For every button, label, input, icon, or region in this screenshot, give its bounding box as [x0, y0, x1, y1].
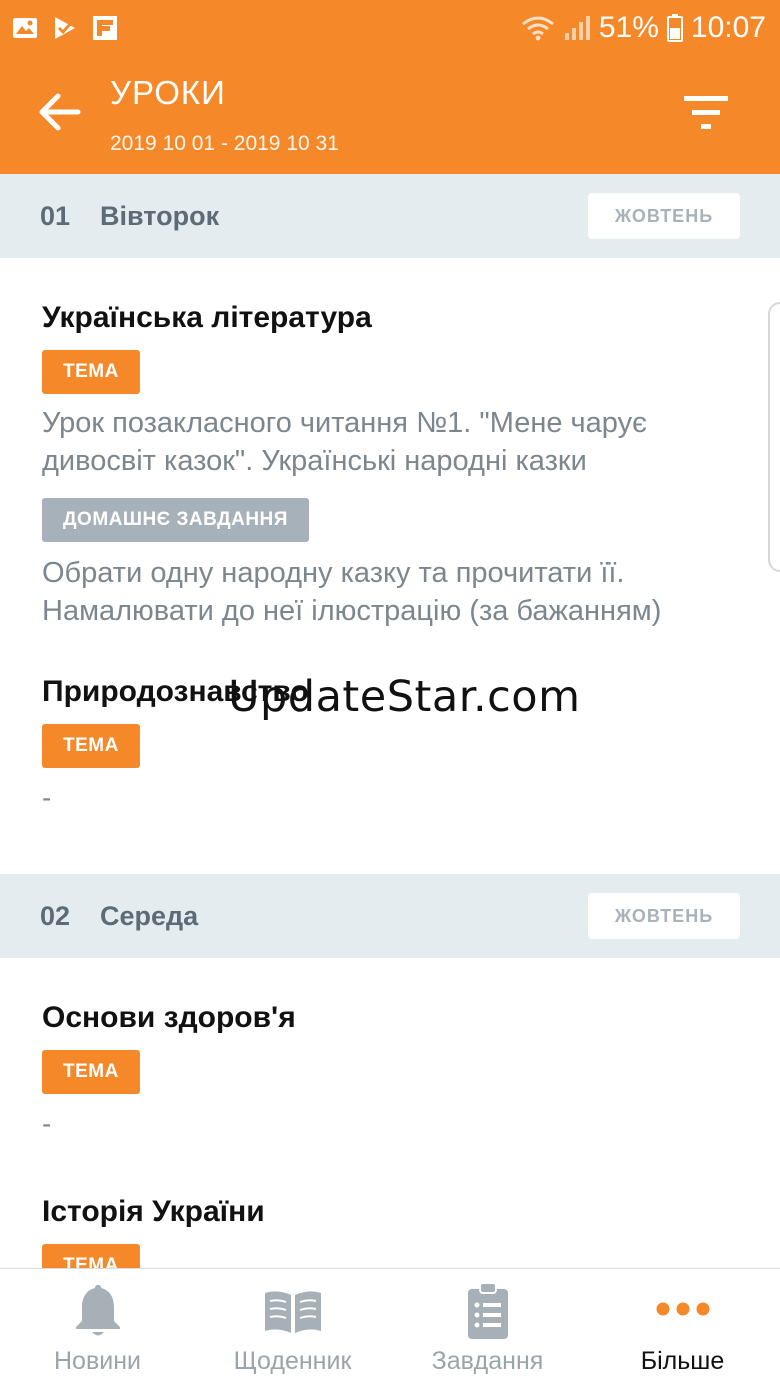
- lesson-topic: -: [42, 1108, 52, 1139]
- lesson-topic: -: [42, 782, 52, 813]
- more-dots-icon: [656, 1302, 709, 1316]
- homework-tag: ДОМАШНЄ ЗАВДАННЯ: [42, 498, 309, 542]
- day-name: Вівторок: [100, 200, 220, 231]
- clock: 10:07: [690, 11, 766, 44]
- filter-icon[interactable]: [682, 92, 730, 134]
- bell-icon: [75, 1285, 120, 1336]
- bottom-nav: Новини Щоденник Завдання Більше: [0, 1268, 780, 1386]
- battery-percent: 51%: [598, 11, 659, 44]
- lesson-card[interactable]: Історія України ТЕМА: [0, 1188, 780, 1268]
- flipboard-icon: [93, 16, 117, 40]
- nav-item-news[interactable]: Новини: [0, 1269, 195, 1386]
- clipboard-icon: [467, 1282, 508, 1339]
- lesson-card[interactable]: Основи здоров'я ТЕМА -: [0, 958, 780, 1188]
- day-name: Середа: [100, 900, 199, 931]
- play-check-icon: [55, 17, 75, 39]
- nav-item-more[interactable]: Більше: [585, 1269, 780, 1386]
- nav-label: Новини: [54, 1347, 141, 1375]
- lesson-subject: Історія України: [42, 1195, 265, 1228]
- lesson-topic: Урок позакласного читання №1. "Мене чару…: [42, 407, 647, 477]
- day-header: 01 Вівторок ЖОВТЕНЬ: [0, 174, 780, 258]
- gallery-icon: [13, 18, 37, 38]
- status-bar: 51% 10:07: [0, 0, 780, 56]
- topic-tag: ТЕМА: [42, 724, 140, 768]
- lesson-homework: Обрати одну народну казку та прочитати ї…: [42, 557, 662, 627]
- nav-label: Щоденник: [233, 1347, 352, 1375]
- book-icon: [264, 1291, 321, 1333]
- nav-item-diary[interactable]: Щоденник: [195, 1269, 390, 1386]
- topic-tag: ТЕМА: [42, 1244, 140, 1268]
- back-arrow-icon[interactable]: [34, 86, 86, 138]
- scroll-indicator[interactable]: [768, 302, 780, 572]
- status-notifications: [12, 15, 118, 41]
- topic-tag: ТЕМА: [42, 1050, 140, 1094]
- lesson-subject: Природознавство: [42, 675, 309, 708]
- wifi-icon: [521, 16, 554, 41]
- status-system: 51% 10:07: [521, 11, 766, 45]
- lesson-subject: Українська література: [42, 301, 372, 334]
- day-number: 01: [40, 200, 71, 231]
- page-title: УРОКИ: [110, 74, 226, 111]
- nav-label: Завдання: [431, 1347, 544, 1375]
- lesson-subject: Основи здоров'я: [42, 1001, 296, 1034]
- lesson-card[interactable]: Українська література ТЕМА Урок позаклас…: [0, 258, 780, 630]
- signal-icon: [564, 16, 590, 40]
- app-header: УРОКИ 2019 10 01 - 2019 10 31: [0, 56, 780, 174]
- day-header: 02 Середа ЖОВТЕНЬ: [0, 874, 780, 958]
- month-chip[interactable]: ЖОВТЕНЬ: [588, 893, 740, 939]
- topic-tag: ТЕМА: [42, 350, 140, 394]
- day-number: 02: [40, 900, 71, 931]
- nav-label: Більше: [640, 1347, 725, 1375]
- battery-icon: [666, 14, 683, 42]
- lesson-card[interactable]: Природознавство ТЕМА -: [0, 630, 780, 874]
- month-chip[interactable]: ЖОВТЕНЬ: [588, 193, 740, 239]
- nav-item-tasks[interactable]: Завдання: [390, 1269, 585, 1386]
- date-range[interactable]: 2019 10 01 - 2019 10 31: [110, 132, 339, 156]
- lessons-list[interactable]: 01 Вівторок ЖОВТЕНЬ Українська літератур…: [0, 174, 780, 1268]
